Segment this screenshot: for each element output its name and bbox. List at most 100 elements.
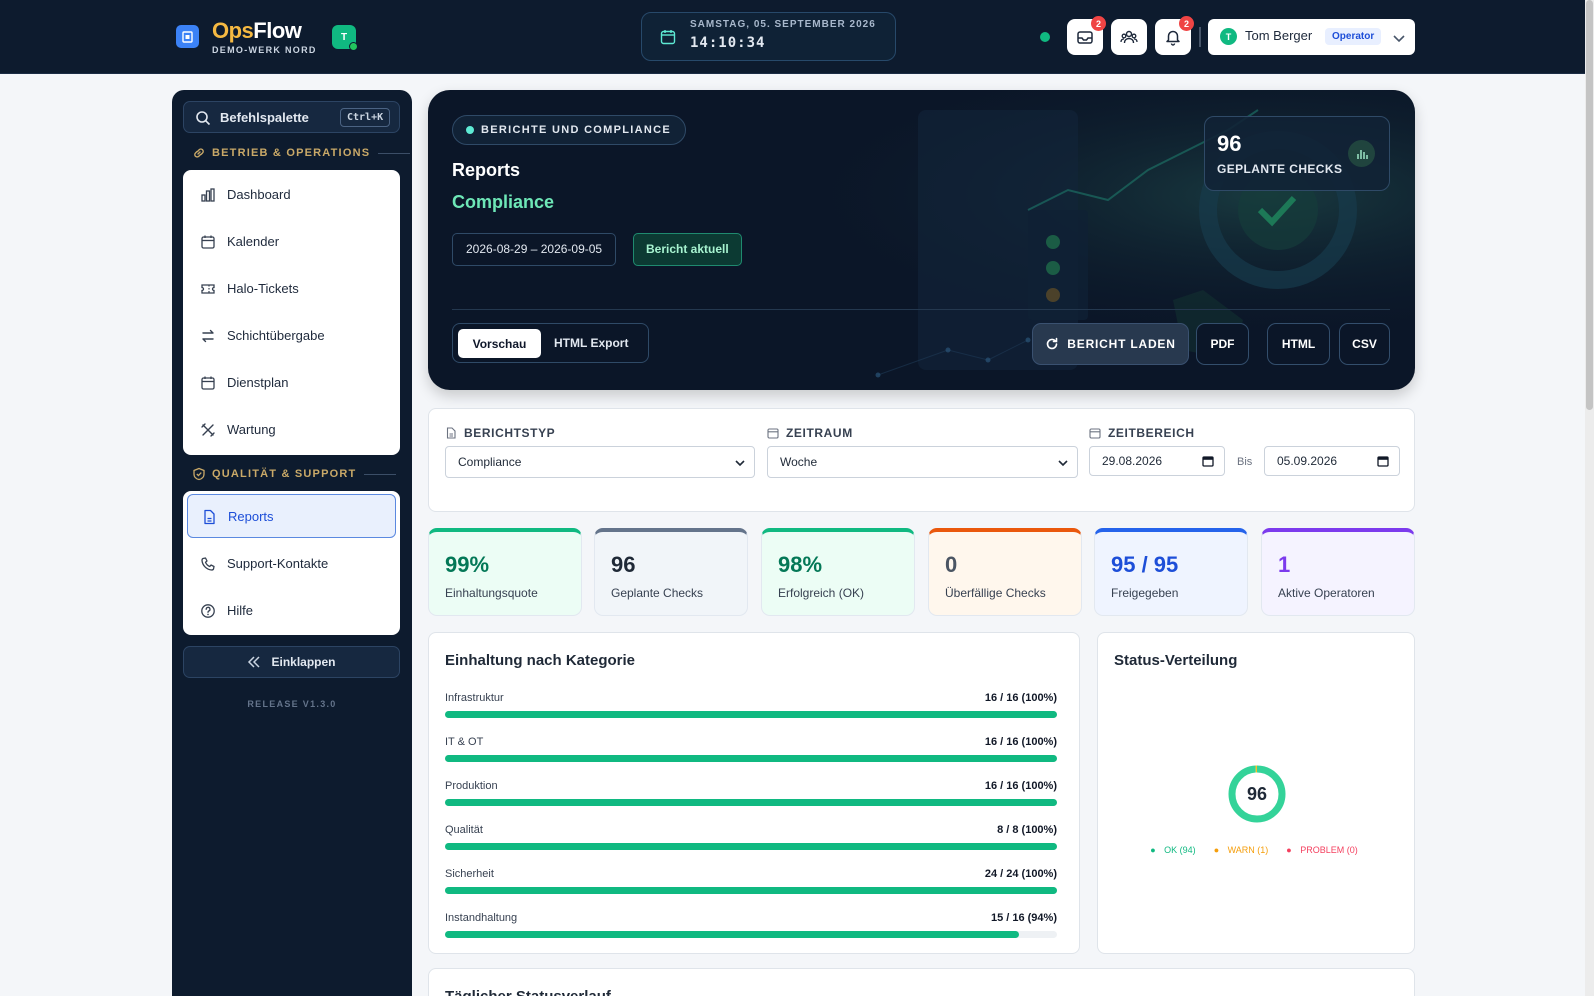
status-donut-chart: 96 <box>1227 764 1287 824</box>
app-subtitle: DEMO-WERK NORD <box>212 45 317 55</box>
chevron-down-icon <box>1393 35 1405 43</box>
category-progress-bar <box>445 799 1057 806</box>
kpi-card: 98% Erfolgreich (OK) <box>761 528 915 616</box>
category-row: Qualität 8 / 8 (100%) <box>445 824 1057 858</box>
date-time-display: SAMSTAG, 05. SEPTEMBER 2026 14:10:34 <box>641 12 896 61</box>
kpi-card: 95 / 95 Freigegeben <box>1094 528 1248 616</box>
document-icon <box>446 427 456 439</box>
sidebar-item-dashboard[interactable]: Dashboard <box>187 173 396 217</box>
view-mode-toggle: Vorschau HTML Export <box>452 323 649 363</box>
planned-checks-value: 96 <box>1217 131 1242 156</box>
kpi-label: Geplante Checks <box>611 586 704 600</box>
avatar: T <box>1220 28 1237 45</box>
legend-warn: ● WARN (1) <box>1213 845 1269 855</box>
collapse-sidebar-button[interactable]: Einklappen <box>183 646 400 678</box>
clock-date: SAMSTAG, 05. SEPTEMBER 2026 <box>690 19 876 30</box>
inbox-icon <box>1077 31 1093 44</box>
date-range-chip: 2026-08-29 – 2026-09-05 <box>452 233 617 266</box>
category-progress-bar <box>445 755 1057 762</box>
export-html-button[interactable]: HTML <box>1267 323 1330 365</box>
chevron-down-icon <box>735 460 745 467</box>
status-distribution-card: Status-Verteilung 96 ● OK (94) ● WARN (1… <box>1097 632 1415 954</box>
inbox-button[interactable]: 2 <box>1067 16 1106 55</box>
planned-checks-stat: 96 GEPLANTE CHECKS <box>1204 116 1390 191</box>
chevron-down-icon <box>1058 460 1068 467</box>
shield-check-icon <box>193 467 205 481</box>
kpi-label: Aktive Operatoren <box>1278 586 1375 600</box>
sidebar-item-support-contacts[interactable]: Support-Kontakte <box>187 542 396 586</box>
kpi-value: 1 <box>1278 552 1291 577</box>
card-title: Täglicher Statusverlauf <box>445 988 611 996</box>
user-role-badge: Operator <box>1325 28 1382 45</box>
help-icon <box>201 604 215 618</box>
tools-icon <box>201 423 215 437</box>
date-from-input[interactable]: 29.08.2026 <box>1089 446 1225 476</box>
nav-group-quality: Reports Support-Kontakte Hilfe <box>183 491 400 635</box>
ticket-icon <box>201 284 215 294</box>
chart-legend: ● OK (94) ● WARN (1) ● PROBLEM (0) <box>1098 845 1416 855</box>
report-status-badge: Bericht aktuell <box>633 233 742 266</box>
command-palette-button[interactable]: Befehlspalette Ctrl+K <box>183 101 400 133</box>
sidebar-item-duty-roster[interactable]: Dienstplan <box>187 361 396 405</box>
time-range-label: ZEITBEREICH <box>1089 426 1195 440</box>
team-button[interactable] <box>1111 19 1147 55</box>
page-title: Reports <box>452 160 521 180</box>
calendar-icon <box>660 30 676 45</box>
search-icon <box>196 111 211 126</box>
sidebar-item-calendar[interactable]: Kalender <box>187 220 396 264</box>
category-row: Produktion 16 / 16 (100%) <box>445 780 1057 814</box>
calendar-icon <box>1377 456 1389 467</box>
category-progress-bar <box>445 711 1057 718</box>
sidebar-item-shift-handover[interactable]: Schichtübergabe <box>187 314 396 358</box>
sidebar-item-maintenance[interactable]: Wartung <box>187 408 396 452</box>
card-title: Status-Verteilung <box>1114 652 1238 669</box>
page-scrollbar-thumb[interactable] <box>1586 0 1593 410</box>
kpi-value: 96 <box>611 552 636 577</box>
sidebar-item-reports[interactable]: Reports <box>187 494 396 538</box>
report-type-select[interactable]: Compliance <box>445 446 755 478</box>
user-menu[interactable]: T Tom Berger Operator <box>1208 19 1415 55</box>
card-title: Einhaltung nach Kategorie <box>445 652 636 669</box>
kpi-value: 98% <box>778 552 823 577</box>
clock-time: 14:10:34 <box>690 35 766 51</box>
chevrons-left-icon <box>248 656 261 668</box>
inbox-count-badge: 2 <box>1091 16 1106 31</box>
top-bar: OpsFlow DEMO-WERK NORD T SAMSTAG, 05. SE… <box>0 0 1594 74</box>
sidebar-item-halo-tickets[interactable]: Halo-Tickets <box>187 267 396 311</box>
section-heading-operations: BETRIEB & OPERATIONS <box>192 146 411 160</box>
date-to-input[interactable]: 05.09.2026 <box>1264 446 1400 476</box>
bar-chart-icon <box>201 188 215 202</box>
planned-checks-label: GEPLANTE CHECKS <box>1217 162 1343 176</box>
report-type-label: BERICHTSTYP <box>445 426 555 440</box>
kpi-card: 0 Überfällige Checks <box>928 528 1082 616</box>
period-label: ZEITRAUM <box>767 426 853 440</box>
tab-preview[interactable]: Vorschau <box>458 329 541 358</box>
tab-html-export[interactable]: HTML Export <box>554 329 628 358</box>
export-pdf-button[interactable]: PDF <box>1196 323 1249 365</box>
period-select[interactable]: Woche <box>767 446 1078 478</box>
link-icon <box>194 148 204 158</box>
calendar-icon <box>767 428 779 439</box>
date-to-label: Bis <box>1237 456 1253 468</box>
report-type-subtitle: Compliance <box>452 192 555 212</box>
nav-group-operations: Dashboard Kalender Halo-Tickets Schichtü… <box>183 170 400 455</box>
refresh-icon <box>1047 337 1058 350</box>
legend-ok: ● OK (94) <box>1150 845 1196 855</box>
online-status-indicator <box>1040 32 1050 42</box>
app-logo-icon[interactable] <box>176 25 199 48</box>
notifications-button[interactable]: 2 <box>1155 16 1194 55</box>
kpi-value: 0 <box>945 552 958 577</box>
donut-total: 96 <box>1246 783 1268 804</box>
kpi-card: 1 Aktive Operatoren <box>1261 528 1415 616</box>
kpi-value: 95 / 95 <box>1111 552 1179 577</box>
document-icon <box>204 509 215 525</box>
calendar-icon <box>201 235 215 249</box>
team-icon <box>1120 30 1138 44</box>
export-csv-button[interactable]: CSV <box>1339 323 1390 365</box>
load-report-button[interactable]: BERICHT LADEN <box>1032 323 1189 365</box>
release-version: RELEASE V1.3.0 <box>247 699 337 709</box>
header-divider <box>1199 27 1201 47</box>
category-progress-bar <box>445 887 1057 894</box>
tenant-badge[interactable]: T <box>332 25 358 51</box>
sidebar-item-help[interactable]: Hilfe <box>187 589 396 633</box>
